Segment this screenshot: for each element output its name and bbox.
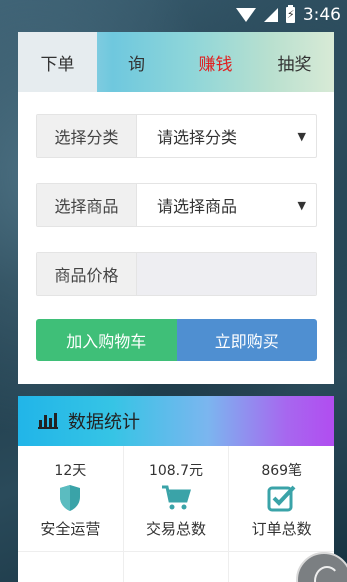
status-time: 3:46 <box>302 5 341 25</box>
product-select[interactable]: 请选择商品 ▼ <box>137 184 316 226</box>
stat-label: 订单总数 <box>251 520 312 538</box>
wifi-icon <box>235 8 256 22</box>
cart-icon <box>161 478 191 518</box>
stats-card: 数据统计 12天 安全运营 108.7元 交易总数 869笔 订单总数 <box>18 396 335 582</box>
stat-orders: 869笔 订单总数 <box>229 446 335 552</box>
caret-down-icon: ▼ <box>297 129 306 143</box>
tab-earn[interactable]: 赚钱 <box>176 32 255 92</box>
order-form: 选择分类 请选择分类 ▼ 选择商品 请选择商品 ▼ 商品价格 加入购物车 立即购… <box>18 92 334 361</box>
add-to-cart-button[interactable]: 加入购物车 <box>36 319 177 361</box>
stat-value: 869笔 <box>261 463 303 479</box>
checkbox-icon <box>267 478 297 518</box>
price-label: 商品价格 <box>37 253 137 295</box>
stat-value: 12天 <box>54 463 87 479</box>
product-select-value: 请选择商品 <box>157 197 238 216</box>
category-select[interactable]: 请选择分类 ▼ <box>137 115 316 157</box>
buy-now-button[interactable]: 立即购买 <box>176 319 317 361</box>
category-label: 选择分类 <box>37 115 137 157</box>
stat-label: 安全运营 <box>40 520 101 538</box>
action-buttons: 加入购物车 立即购买 <box>36 319 317 361</box>
stats-header: 数据统计 <box>18 396 334 446</box>
tab-bar: 下单 询 赚钱 抽奖 <box>18 32 334 92</box>
stat-label: 交易总数 <box>146 520 207 538</box>
product-label: 选择商品 <box>37 184 137 226</box>
category-row: 选择分类 请选择分类 ▼ <box>36 114 317 158</box>
bar-chart-icon <box>38 413 58 429</box>
product-row: 选择商品 请选择商品 ▼ <box>36 183 317 227</box>
battery-icon: ⚡ <box>285 5 295 23</box>
order-card: 下单 询 赚钱 抽奖 选择分类 请选择分类 ▼ 选择商品 请选择商品 ▼ 商品价… <box>18 32 334 384</box>
tab-query[interactable]: 询 <box>97 32 176 92</box>
stats-title: 数据统计 <box>68 412 140 433</box>
stat-value: 108.7元 <box>148 463 204 479</box>
price-row: 商品价格 <box>36 252 317 296</box>
status-bar: ⚡ 3:46 <box>0 0 347 30</box>
stat-cell-empty <box>124 552 230 582</box>
stat-uptime: 12天 安全运营 <box>18 446 124 552</box>
tab-order[interactable]: 下单 <box>18 32 97 92</box>
shield-icon <box>59 478 81 518</box>
tab-lottery[interactable]: 抽奖 <box>255 32 334 92</box>
stats-grid: 12天 安全运营 108.7元 交易总数 869笔 订单总数 <box>18 446 335 552</box>
category-select-value: 请选择分类 <box>157 128 238 147</box>
stat-cell-empty <box>18 552 124 582</box>
price-field[interactable] <box>137 253 316 295</box>
stat-transactions: 108.7元 交易总数 <box>123 446 230 552</box>
caret-down-icon: ▼ <box>297 198 306 212</box>
signal-icon <box>263 8 278 22</box>
stats-grid-row2 <box>18 552 334 582</box>
